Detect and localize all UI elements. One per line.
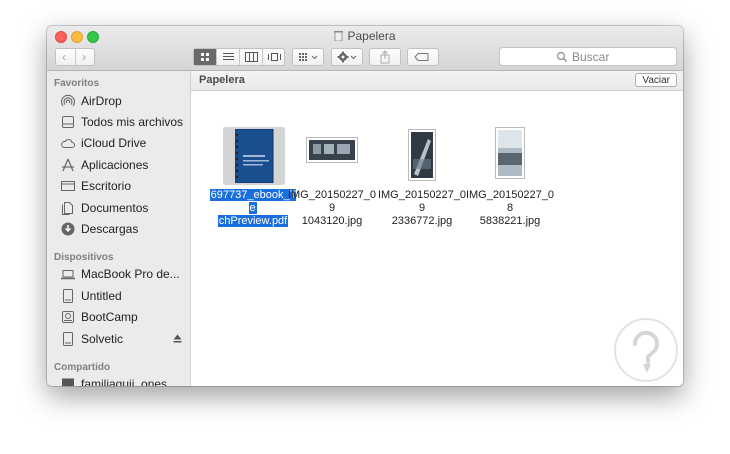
- sidebar-item-downloads[interactable]: Descargas: [60, 219, 188, 239]
- laptop-icon: [61, 270, 75, 280]
- image-thumbnail-portrait: [495, 127, 525, 179]
- coverflow-icon: [268, 53, 281, 61]
- view-mode-control: [193, 48, 285, 66]
- sidebar-item-desktop[interactable]: Escritorio: [60, 176, 188, 196]
- documents-icon: [62, 202, 73, 215]
- list-view-button[interactable]: [217, 49, 240, 65]
- sidebar-item-untitled[interactable]: Untitled: [60, 286, 188, 306]
- list-icon: [223, 53, 234, 60]
- file-name: IMG_20150227_08 5838221.jpg: [465, 189, 555, 227]
- nav-buttons: ‹ ›: [55, 48, 95, 66]
- sidebar-item-airdrop[interactable]: AirDrop: [60, 91, 188, 111]
- sidebar-item-all-files[interactable]: Todos mis archivos: [60, 112, 188, 132]
- sidebar: Favoritos AirDrop Todos mis archivos iCl…: [47, 71, 191, 386]
- gear-icon: [337, 51, 357, 63]
- icon-view-button[interactable]: [194, 49, 217, 65]
- coverflow-view-button[interactable]: [263, 49, 286, 65]
- forward-button[interactable]: ›: [82, 50, 86, 64]
- downloads-icon: [61, 222, 75, 236]
- search-field[interactable]: Buscar: [499, 47, 677, 66]
- eject-icon[interactable]: [173, 334, 182, 343]
- title-bar: Papelera ‹ › Buscar: [47, 26, 683, 71]
- file-browser: Papelera Vaciar 697737_ebook_Te chPreview…: [191, 71, 683, 386]
- sidebar-item-solvetic[interactable]: Solvetic: [60, 329, 188, 349]
- columns-icon: [245, 52, 258, 62]
- sidebar-item-shared-network[interactable]: familiaguij_ones: [60, 374, 188, 386]
- back-button[interactable]: ‹: [62, 50, 66, 64]
- disk-icon: [63, 332, 73, 346]
- sidebar-item-applications[interactable]: Aplicaciones: [60, 155, 188, 175]
- image-thumbnail-landscape: [306, 137, 358, 163]
- column-view-button[interactable]: [240, 49, 263, 65]
- image-thumbnail-portrait: [408, 129, 436, 181]
- path-bar: Papelera Vaciar: [191, 71, 683, 91]
- sidebar-header-shared: Compartido: [54, 362, 111, 373]
- solvetic-logo-icon: [614, 318, 678, 382]
- file-thumbnail: [376, 127, 468, 187]
- all-files-icon: [62, 116, 74, 128]
- file-thumbnail: [286, 127, 378, 187]
- file-name: IMG_20150227_09 2336772.jpg: [377, 189, 467, 227]
- sidebar-item-documents[interactable]: Documentos: [60, 198, 188, 218]
- sidebar-item-bootcamp[interactable]: BootCamp: [60, 307, 188, 327]
- cloud-icon: [61, 139, 75, 148]
- disk-icon: [62, 311, 74, 323]
- file-thumbnail: [464, 127, 556, 187]
- window-title-text: Papelera: [347, 29, 396, 43]
- sidebar-header-devices: Dispositivos: [54, 252, 114, 263]
- airdrop-icon: [60, 94, 76, 107]
- share-icon: [380, 50, 390, 64]
- arrange-grid-icon: [299, 53, 318, 61]
- tag-button[interactable]: [407, 48, 439, 66]
- sidebar-item-macbook[interactable]: MacBook Pro de...: [60, 264, 188, 284]
- sidebar-header-favorites: Favoritos: [54, 78, 100, 89]
- arrange-button[interactable]: [292, 48, 324, 66]
- disk-icon: [63, 289, 73, 303]
- finder-window: Papelera ‹ › Buscar Favoritos AirDrop To…: [47, 26, 683, 386]
- file-name: IMG_20150227_09 1043120.jpg: [287, 189, 377, 227]
- network-icon: [62, 378, 74, 386]
- action-button[interactable]: [331, 48, 363, 66]
- search-placeholder: Buscar: [572, 50, 610, 64]
- applications-icon: [62, 158, 74, 172]
- share-button[interactable]: [369, 48, 401, 66]
- pdf-ebook-icon: [235, 129, 274, 183]
- empty-trash-button[interactable]: Vaciar: [635, 73, 677, 87]
- icon-grid-icon: [201, 53, 209, 61]
- sidebar-item-icloud[interactable]: iCloud Drive: [60, 133, 188, 153]
- desktop-icon: [61, 181, 75, 191]
- tag-icon: [414, 53, 429, 61]
- trash-icon: [334, 31, 344, 41]
- folder-title: Papelera: [199, 74, 245, 86]
- window-title: Papelera: [47, 29, 683, 43]
- search-icon: [556, 51, 567, 62]
